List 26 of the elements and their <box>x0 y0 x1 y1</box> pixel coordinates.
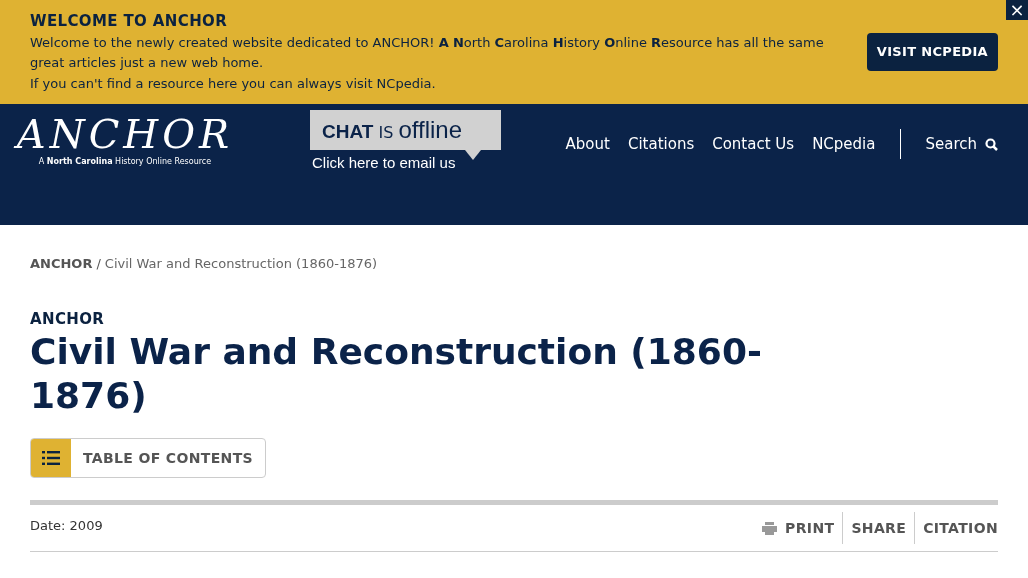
table-of-contents-button[interactable]: TABLE OF CONTENTS <box>30 438 266 478</box>
nav-link[interactable]: Citations <box>618 132 704 156</box>
action-button[interactable]: SHARE <box>842 512 915 544</box>
action-button[interactable]: CITATION <box>914 512 998 544</box>
list-icon <box>42 451 60 465</box>
email-link[interactable]: Click here to email us <box>312 152 456 175</box>
page-title: Civil War and Reconstruction (1860-1876) <box>30 330 763 418</box>
search-icon <box>985 137 998 151</box>
banner-title: WELCOME TO ANCHOR <box>30 11 229 33</box>
nav-link[interactable]: NCpedia <box>803 132 885 156</box>
article-date: Date: 2009 <box>30 516 103 535</box>
nav-link[interactable]: Contact Us <box>703 132 804 156</box>
close-button[interactable]: × <box>1006 0 1028 20</box>
speech-tail-icon <box>465 150 481 160</box>
print-button[interactable]: PRINT <box>754 512 843 544</box>
logo-tagline: A North Carolina History Online Resource <box>38 156 212 168</box>
chat-status: CHAT IS offline <box>322 115 463 145</box>
nav-link[interactable]: About <box>556 132 619 156</box>
banner-note: If you can't find a resource here you can always visit NCpedia. <box>30 74 437 93</box>
breadcrumb-link[interactable]: ANCHOR <box>30 254 93 274</box>
breadcrumb-separator: / <box>96 255 101 273</box>
breadcrumb-current: Civil War and Reconstruction (1860-1876) <box>104 255 378 273</box>
printer-icon <box>762 521 778 535</box>
visit-ncpedia-button[interactable]: VISIT NCPEDIA <box>866 33 998 71</box>
search-button[interactable]: Search <box>917 132 998 156</box>
page-eyebrow: ANCHOR <box>30 308 106 330</box>
